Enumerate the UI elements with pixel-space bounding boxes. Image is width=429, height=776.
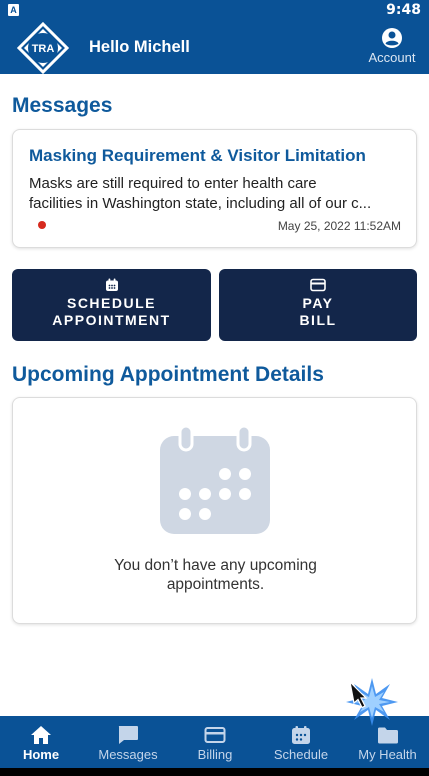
- nav-schedule-label: Schedule: [273, 747, 329, 762]
- message-date: May 25, 2022 11:52AM: [277, 219, 401, 233]
- status-time: 9:48: [386, 2, 421, 18]
- credit-card-icon: [310, 278, 326, 292]
- message-preview-line: Masks are still required to enter health…: [29, 175, 317, 192]
- calendar-icon: [105, 278, 118, 291]
- schedule-button-label: SCHEDULE: [66, 295, 156, 311]
- pay-button-label: BILL: [299, 312, 337, 328]
- messages-section-title: Messages: [12, 94, 113, 117]
- app-header: TRA Hello Michell Account: [0, 21, 429, 75]
- empty-message-line: You don’t have any upcoming: [114, 557, 317, 574]
- tap-cursor-icon: [344, 676, 400, 728]
- appointments-card: You don’t have any upcoming appointments…: [12, 397, 417, 624]
- unread-indicator: [38, 221, 46, 229]
- nav-messages-label: Messages: [98, 747, 158, 762]
- pay-bill-button[interactable]: PAY BILL: [219, 269, 417, 341]
- tra-logo: TRA: [16, 21, 70, 75]
- account-label: Account: [368, 50, 416, 65]
- message-card[interactable]: Masking Requirement & Visitor Limitation…: [12, 129, 417, 248]
- nav-my-health-label: My Health: [358, 747, 417, 762]
- status-indicator: A: [8, 4, 19, 16]
- message-title: Masking Requirement & Visitor Limitation: [29, 146, 366, 165]
- message-preview-line: facilities in Washington state, includin…: [29, 194, 372, 212]
- empty-message-line: appointments.: [166, 576, 265, 593]
- home-icon: [31, 726, 51, 744]
- nav-billing[interactable]: Billing: [174, 716, 256, 768]
- schedule-appointment-button[interactable]: SCHEDULE APPOINTMENT: [12, 269, 211, 341]
- nav-home-label: Home: [22, 747, 60, 762]
- status-bar: A 9:48: [0, 0, 429, 22]
- schedule-button-label: APPOINTMENT: [52, 312, 171, 328]
- account-circle-icon: [382, 28, 402, 48]
- system-navigation-strip: [0, 768, 429, 776]
- credit-card-icon: [204, 727, 226, 743]
- pay-button-label: PAY: [302, 295, 334, 311]
- nav-home[interactable]: Home: [0, 716, 82, 768]
- message-preview: Masks are still required to enter health…: [29, 174, 407, 213]
- logo-text: TRA: [32, 43, 55, 55]
- empty-appointments-message: You don’t have any upcoming appointments…: [13, 556, 418, 594]
- appointments-section-title: Upcoming Appointment Details: [12, 363, 324, 386]
- greeting-text: Hello Michell: [89, 38, 190, 56]
- nav-schedule[interactable]: Schedule: [260, 716, 342, 768]
- account-button[interactable]: Account: [366, 27, 418, 65]
- empty-calendar-icon: [160, 424, 270, 534]
- nav-billing-label: Billing: [197, 747, 233, 762]
- nav-messages[interactable]: Messages: [86, 716, 170, 768]
- chat-icon: [118, 726, 138, 744]
- calendar-icon: [292, 726, 310, 744]
